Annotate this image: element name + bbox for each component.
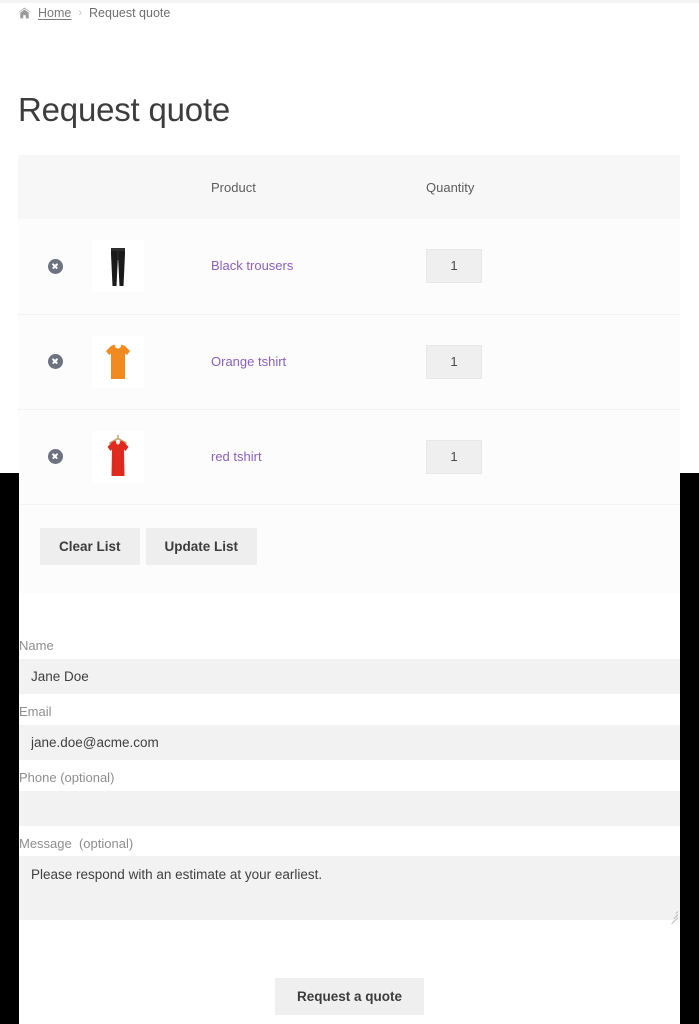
quantity-cell: 1 bbox=[426, 219, 680, 315]
phone-label: Phone (optional) bbox=[19, 770, 115, 785]
email-input[interactable] bbox=[19, 725, 680, 760]
quote-table-header-row: Product Quantity bbox=[18, 155, 680, 219]
remove-circle-icon[interactable] bbox=[47, 353, 63, 369]
viewport-frame-right bbox=[680, 473, 699, 1024]
breadcrumb-home-link[interactable]: Home bbox=[38, 6, 71, 20]
remove-circle-icon[interactable] bbox=[47, 448, 63, 464]
thumbnail-cell bbox=[92, 219, 211, 315]
list-actions: Clear List Update List bbox=[40, 528, 258, 565]
quantity-cell: 1 bbox=[426, 314, 680, 410]
red-tshirt-thumbnail bbox=[92, 430, 144, 483]
thumbnail-cell bbox=[92, 409, 211, 505]
breadcrumb-separator-icon: › bbox=[78, 7, 83, 19]
remove-circle-icon[interactable] bbox=[47, 258, 63, 274]
orange-tshirt-thumbnail bbox=[92, 335, 144, 388]
table-row: Black trousers 1 bbox=[18, 219, 680, 315]
table-row: Orange tshirt 1 bbox=[18, 314, 680, 410]
header-remove bbox=[18, 155, 92, 219]
remove-cell bbox=[18, 314, 92, 410]
breadcrumb: Home › Request quote bbox=[18, 6, 170, 20]
name-field-group: Name bbox=[19, 638, 680, 694]
remove-cell bbox=[18, 409, 92, 505]
quote-list-table: Product Quantity Black trousers 1 Orange… bbox=[18, 155, 680, 505]
request-quote-button[interactable]: Request a quote bbox=[274, 978, 424, 1015]
top-edge-strip bbox=[0, 0, 699, 3]
update-list-button[interactable]: Update List bbox=[145, 528, 258, 565]
message-label: Message (optional) bbox=[19, 836, 134, 851]
name-input[interactable] bbox=[19, 659, 680, 694]
black-trousers-thumbnail bbox=[92, 240, 144, 293]
product-cell: Black trousers bbox=[211, 219, 426, 315]
remove-cell bbox=[18, 219, 92, 315]
product-cell: red tshirt bbox=[211, 409, 426, 505]
quote-table-head: Product Quantity bbox=[18, 155, 680, 219]
submit-row: Request a quote bbox=[0, 978, 699, 1015]
quote-table-body: Black trousers 1 Orange tshirt 1 red tsh… bbox=[18, 219, 680, 505]
header-thumbnail bbox=[92, 155, 211, 219]
home-icon bbox=[18, 7, 31, 19]
quantity-input[interactable]: 1 bbox=[426, 344, 482, 379]
message-textarea[interactable]: Please respond with an estimate at your … bbox=[19, 856, 680, 920]
product-link[interactable]: Black trousers bbox=[211, 258, 293, 273]
product-link[interactable]: red tshirt bbox=[211, 449, 262, 464]
clear-list-button[interactable]: Clear List bbox=[40, 528, 140, 565]
quantity-input[interactable]: 1 bbox=[426, 249, 482, 284]
email-label: Email bbox=[19, 704, 52, 719]
header-quantity: Quantity bbox=[426, 155, 680, 219]
request-quote-page: Home › Request quote Request quote Produ… bbox=[0, 0, 699, 1024]
message-field-group: Message (optional) Please respond with a… bbox=[19, 836, 680, 925]
product-link[interactable]: Orange tshirt bbox=[211, 354, 286, 369]
quantity-input[interactable]: 1 bbox=[426, 439, 482, 474]
phone-input[interactable] bbox=[19, 791, 680, 826]
message-textarea-wrap: Please respond with an estimate at your … bbox=[19, 856, 680, 925]
email-field-group: Email bbox=[19, 704, 680, 760]
breadcrumb-current: Request quote bbox=[89, 6, 171, 20]
header-product: Product bbox=[211, 155, 426, 219]
page-title: Request quote bbox=[18, 91, 231, 128]
product-cell: Orange tshirt bbox=[211, 314, 426, 410]
quantity-cell: 1 bbox=[426, 409, 680, 505]
thumbnail-cell bbox=[92, 314, 211, 410]
viewport-frame-left bbox=[0, 473, 19, 1024]
request-quote-form: Name Email Phone (optional) Message (opt… bbox=[19, 638, 680, 925]
phone-field-group: Phone (optional) bbox=[19, 770, 680, 826]
table-row: red tshirt 1 bbox=[18, 409, 680, 505]
name-label: Name bbox=[19, 638, 54, 653]
